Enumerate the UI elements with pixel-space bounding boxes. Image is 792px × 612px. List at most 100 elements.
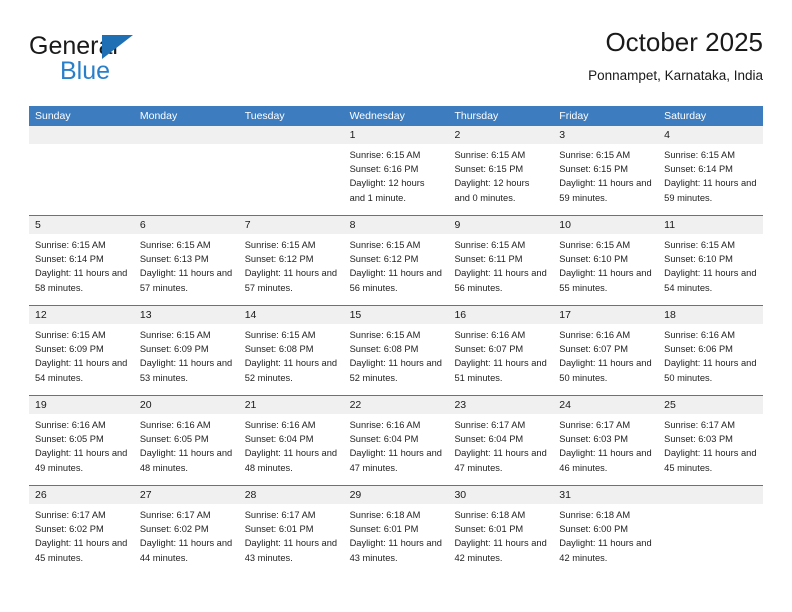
weekday-header-wednesday: Wednesday: [349, 110, 405, 122]
weekday-header-row: Sunday Monday Tuesday Wednesday Thursday Frid…: [29, 106, 763, 126]
day-details: Sunrise: 6:15 AM Sunset: 6:14 PM Daylight:…: [658, 144, 763, 205]
daylight-text: Daylight: 11 hours and 44 minutes.: [139, 538, 233, 563]
day-number: 14: [238, 306, 344, 324]
sunrise-text: Sunrise: 6:18 AM: [454, 510, 526, 520]
calendar-day-cell[interactable]: 8 Sunrise: 6:15 AM Sunset: 6:12 PM Daylight…: [343, 216, 449, 305]
calendar-day-cell[interactable]: 12 Sunrise: 6:15 AM Sunset: 6:09 PM Dayligh…: [29, 306, 134, 395]
sunset-text: Sunset: 6:05 PM: [139, 434, 209, 445]
calendar-day-cell[interactable]: 28 Sunrise: 6:17 AM Sunset: 6:01 PM Dayligh…: [238, 486, 344, 575]
daylight-text: Daylight: 11 hours and 57 minutes.: [244, 268, 338, 293]
day-details: Sunrise: 6:15 AM Sunset: 6:10 PM Daylight:…: [553, 234, 658, 295]
day-number: 22: [343, 396, 449, 414]
calendar-day-cell[interactable]: 24 Sunrise: 6:17 AM Sunset: 6:03 PM Dayligh…: [553, 396, 659, 485]
calendar-day-cell[interactable]: 10 Sunrise: 6:15 AM Sunset: 6:10 PM Dayligh…: [553, 216, 659, 305]
sunrise-text: Sunrise: 6:16 AM: [35, 420, 106, 430]
day-number: 26: [29, 486, 134, 504]
calendar-day-cell[interactable]: 19 Sunrise: 6:16 AM Sunset: 6:05 PM Dayligh…: [29, 396, 134, 485]
page-subtitle-location: Ponnampet, Karnataka, India: [588, 68, 763, 83]
calendar-day-cell[interactable]: 23 Sunrise: 6:17 AM Sunset: 6:04 PM Dayligh…: [448, 396, 554, 485]
daylight-text: Daylight: 12 hours and 1 minute.: [349, 178, 425, 203]
daylight-text: Daylight: 11 hours and 42 minutes.: [454, 538, 547, 563]
calendar-day-cell[interactable]: 14 Sunrise: 6:15 AM Sunset: 6:08 PM Dayligh…: [238, 306, 344, 395]
calendar-grid: Sunday Monday Tuesday Wednesday Thursday Frid…: [29, 106, 764, 575]
calendar-day-cell[interactable]: 9 Sunrise: 6:15 AM Sunset: 6:11 PM Daylight…: [448, 216, 554, 305]
calendar-day-cell[interactable]: 17 Sunrise: 6:16 AM Sunset: 6:07 PM Dayligh…: [553, 306, 659, 395]
calendar-day-cell[interactable]: 30 Sunrise: 6:18 AM Sunset: 6:01 PM Dayligh…: [448, 486, 554, 575]
day-details: Sunrise: 6:15 AM Sunset: 6:10 PM Daylight:…: [658, 234, 763, 295]
calendar-day-cell[interactable]: 6 Sunrise: 6:15 AM Sunset: 6:13 PM Daylight…: [133, 216, 239, 305]
daylight-text: Daylight: 11 hours and 45 minutes.: [664, 448, 757, 473]
logo-text-blue: Blue: [60, 57, 111, 85]
daylight-text: Daylight: 11 hours and 50 minutes.: [664, 358, 757, 383]
calendar-day-cell[interactable]: 29 Sunrise: 6:18 AM Sunset: 6:01 PM Dayligh…: [343, 486, 449, 575]
calendar-day-cell[interactable]: 11 Sunrise: 6:15 AM Sunset: 6:10 PM Dayligh…: [658, 216, 764, 305]
sunrise-text: Sunrise: 6:16 AM: [244, 420, 316, 430]
day-number: 19: [29, 396, 134, 414]
sunset-text: Sunset: 6:13 PM: [139, 254, 209, 265]
calendar-day-cell[interactable]: 7 Sunrise: 6:15 AM Sunset: 6:12 PM Daylight…: [238, 216, 344, 305]
sunset-text: Sunset: 6:08 PM: [349, 344, 419, 355]
calendar-day-cell[interactable]: 1 Sunrise: 6:15 AM Sunset: 6:16 PM Daylight…: [343, 126, 449, 215]
calendar-day-cell[interactable]: 5 Sunrise: 6:15 AM Sunset: 6:14 PM Daylight…: [29, 216, 134, 305]
day-details: Sunrise: 6:15 AM Sunset: 6:16 PM Daylight:…: [344, 144, 449, 205]
day-details: Sunrise: 6:18 AM Sunset: 6:01 PM Daylight:…: [448, 504, 553, 565]
daylight-text: Daylight: 11 hours and 59 minutes.: [664, 178, 757, 203]
day-details: Sunrise: 6:16 AM Sunset: 6:06 PM Daylight:…: [658, 324, 763, 385]
calendar-day-cell[interactable]: 15 Sunrise: 6:15 AM Sunset: 6:08 PM Dayligh…: [343, 306, 449, 395]
day-details: Sunrise: 6:15 AM Sunset: 6:11 PM Daylight:…: [448, 234, 553, 295]
sunrise-text: Sunrise: 6:17 AM: [244, 510, 316, 520]
day-details: Sunrise: 6:17 AM Sunset: 6:03 PM Daylight:…: [553, 414, 658, 475]
day-details: Sunrise: 6:16 AM Sunset: 6:07 PM Daylight:…: [448, 324, 553, 385]
sunset-text: Sunset: 6:09 PM: [139, 344, 209, 355]
sunset-text: Sunset: 6:15 PM: [454, 164, 524, 175]
sunset-text: Sunset: 6:01 PM: [349, 524, 419, 535]
sunrise-text: Sunrise: 6:15 AM: [349, 330, 421, 340]
sunrise-text: Sunrise: 6:15 AM: [35, 240, 106, 250]
daylight-text: Daylight: 11 hours and 55 minutes.: [559, 268, 652, 293]
sunset-text: Sunset: 6:14 PM: [664, 164, 733, 175]
calendar-day-cell[interactable]: 20 Sunrise: 6:16 AM Sunset: 6:05 PM Dayligh…: [133, 396, 239, 485]
daylight-text: Daylight: 11 hours and 48 minutes.: [139, 448, 233, 473]
day-number: 10: [553, 216, 659, 234]
calendar-day-cell-empty: [238, 126, 344, 215]
calendar-day-cell[interactable]: 13 Sunrise: 6:15 AM Sunset: 6:09 PM Dayligh…: [133, 306, 239, 395]
calendar-day-cell[interactable]: 26 Sunrise: 6:17 AM Sunset: 6:02 PM Dayligh…: [29, 486, 134, 575]
daylight-text: Daylight: 11 hours and 47 minutes.: [349, 448, 442, 473]
weekday-header-tuesday: Tuesday: [244, 110, 285, 122]
calendar-day-cell[interactable]: 27 Sunrise: 6:17 AM Sunset: 6:02 PM Dayligh…: [133, 486, 239, 575]
day-number: 24: [553, 396, 659, 414]
sunset-text: Sunset: 6:02 PM: [139, 524, 209, 535]
day-number: 25: [658, 396, 764, 414]
day-number: [29, 126, 134, 144]
calendar-day-cell[interactable]: 31 Sunrise: 6:18 AM Sunset: 6:00 PM Dayligh…: [553, 486, 659, 575]
sunset-text: Sunset: 6:05 PM: [35, 434, 104, 445]
sunset-text: Sunset: 6:11 PM: [454, 254, 523, 265]
calendar-day-cell[interactable]: 21 Sunrise: 6:16 AM Sunset: 6:04 PM Dayligh…: [238, 396, 344, 485]
sunrise-text: Sunrise: 6:15 AM: [664, 150, 735, 160]
sunset-text: Sunset: 6:00 PM: [559, 524, 629, 535]
calendar-day-cell[interactable]: 3 Sunrise: 6:15 AM Sunset: 6:15 PM Daylight…: [553, 126, 659, 215]
daylight-text: Daylight: 11 hours and 45 minutes.: [35, 538, 128, 563]
calendar-day-cell[interactable]: 16 Sunrise: 6:16 AM Sunset: 6:07 PM Dayligh…: [448, 306, 554, 395]
sunrise-text: Sunrise: 6:15 AM: [244, 330, 316, 340]
sunrise-text: Sunrise: 6:17 AM: [454, 420, 526, 430]
sunset-text: Sunset: 6:01 PM: [454, 524, 524, 535]
sunset-text: Sunset: 6:04 PM: [244, 434, 314, 445]
day-details: Sunrise: 6:15 AM Sunset: 6:13 PM Daylight:…: [134, 234, 239, 295]
day-number: 4: [658, 126, 764, 144]
calendar-day-cell[interactable]: 4 Sunrise: 6:15 AM Sunset: 6:14 PM Daylight…: [658, 126, 764, 215]
logo-triangle-icon: [102, 35, 133, 59]
sunrise-text: Sunrise: 6:18 AM: [349, 510, 421, 520]
calendar-day-cell[interactable]: 25 Sunrise: 6:17 AM Sunset: 6:03 PM Dayligh…: [658, 396, 764, 485]
general-blue-logo[interactable]: General Blue: [29, 32, 249, 92]
sunset-text: Sunset: 6:12 PM: [244, 254, 314, 265]
day-details: Sunrise: 6:15 AM Sunset: 6:08 PM Daylight:…: [239, 324, 344, 385]
day-number: 31: [553, 486, 659, 504]
sunset-text: Sunset: 6:02 PM: [35, 524, 104, 535]
calendar-day-cell[interactable]: 18 Sunrise: 6:16 AM Sunset: 6:06 PM Dayligh…: [658, 306, 764, 395]
day-details: Sunrise: 6:17 AM Sunset: 6:04 PM Daylight:…: [448, 414, 553, 475]
calendar-day-cell[interactable]: 2 Sunrise: 6:15 AM Sunset: 6:15 PM Daylight…: [448, 126, 554, 215]
calendar-day-cell[interactable]: 22 Sunrise: 6:16 AM Sunset: 6:04 PM Dayligh…: [343, 396, 449, 485]
day-number: 15: [343, 306, 449, 324]
daylight-text: Daylight: 11 hours and 57 minutes.: [139, 268, 233, 293]
